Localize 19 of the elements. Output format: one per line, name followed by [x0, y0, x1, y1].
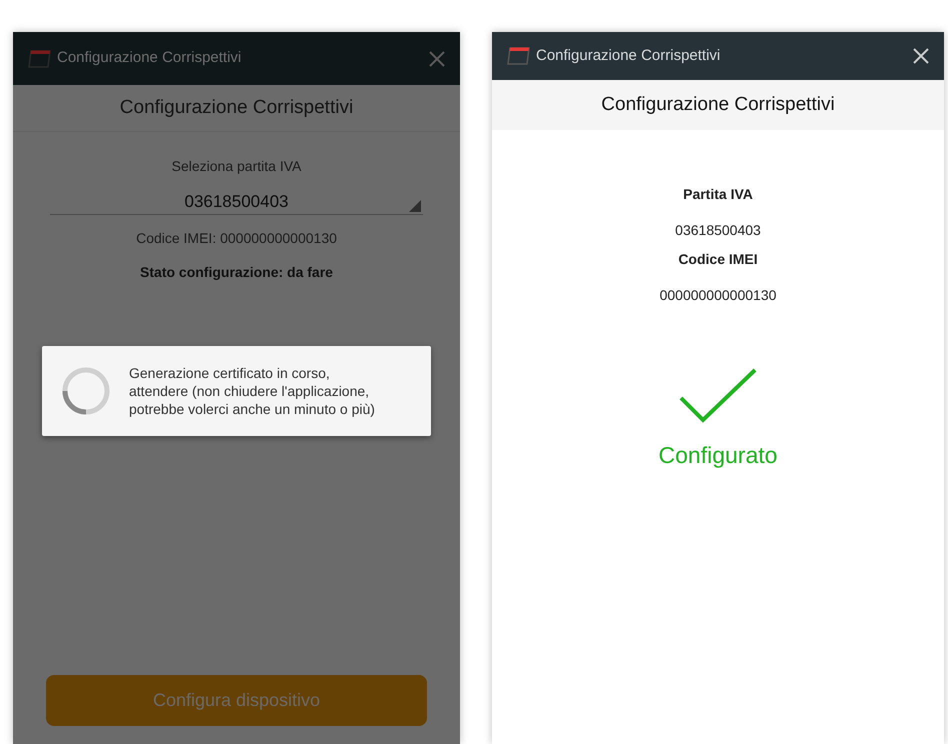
dropdown-triangle-icon [409, 200, 421, 212]
loading-message: Generazione certificato in corso, attendere (non chiudere l'applicazione, potrebbe volerci anche un minuto o più) [129, 364, 376, 418]
imei-text: Codice IMEI: 000000000000130 [136, 229, 337, 248]
vat-dropdown[interactable]: 03618500403 [50, 189, 423, 215]
status-text: Stato configurazione: da fare [140, 263, 333, 282]
app-logo-icon [506, 46, 530, 66]
window-title: Configurazione Corrispettivi [536, 46, 720, 66]
field-value: 000000000000130 [660, 286, 776, 305]
select-label: Seleziona partita IVA [172, 157, 302, 176]
window-title: Configurazione Corrispettivi [57, 48, 242, 68]
status-label: Configurato [658, 441, 778, 470]
app-logo-icon [27, 48, 51, 68]
field-label: Codice IMEI [678, 250, 758, 269]
header-title: Configurazione Corrispettivi [601, 92, 835, 117]
checkmark-icon [679, 368, 757, 424]
loading-spinner-icon [62, 367, 110, 415]
field-label: Partita IVA [683, 185, 753, 204]
header-title: Configurazione Corrispettivi [120, 96, 354, 120]
field-value: 03618500403 [675, 221, 761, 240]
